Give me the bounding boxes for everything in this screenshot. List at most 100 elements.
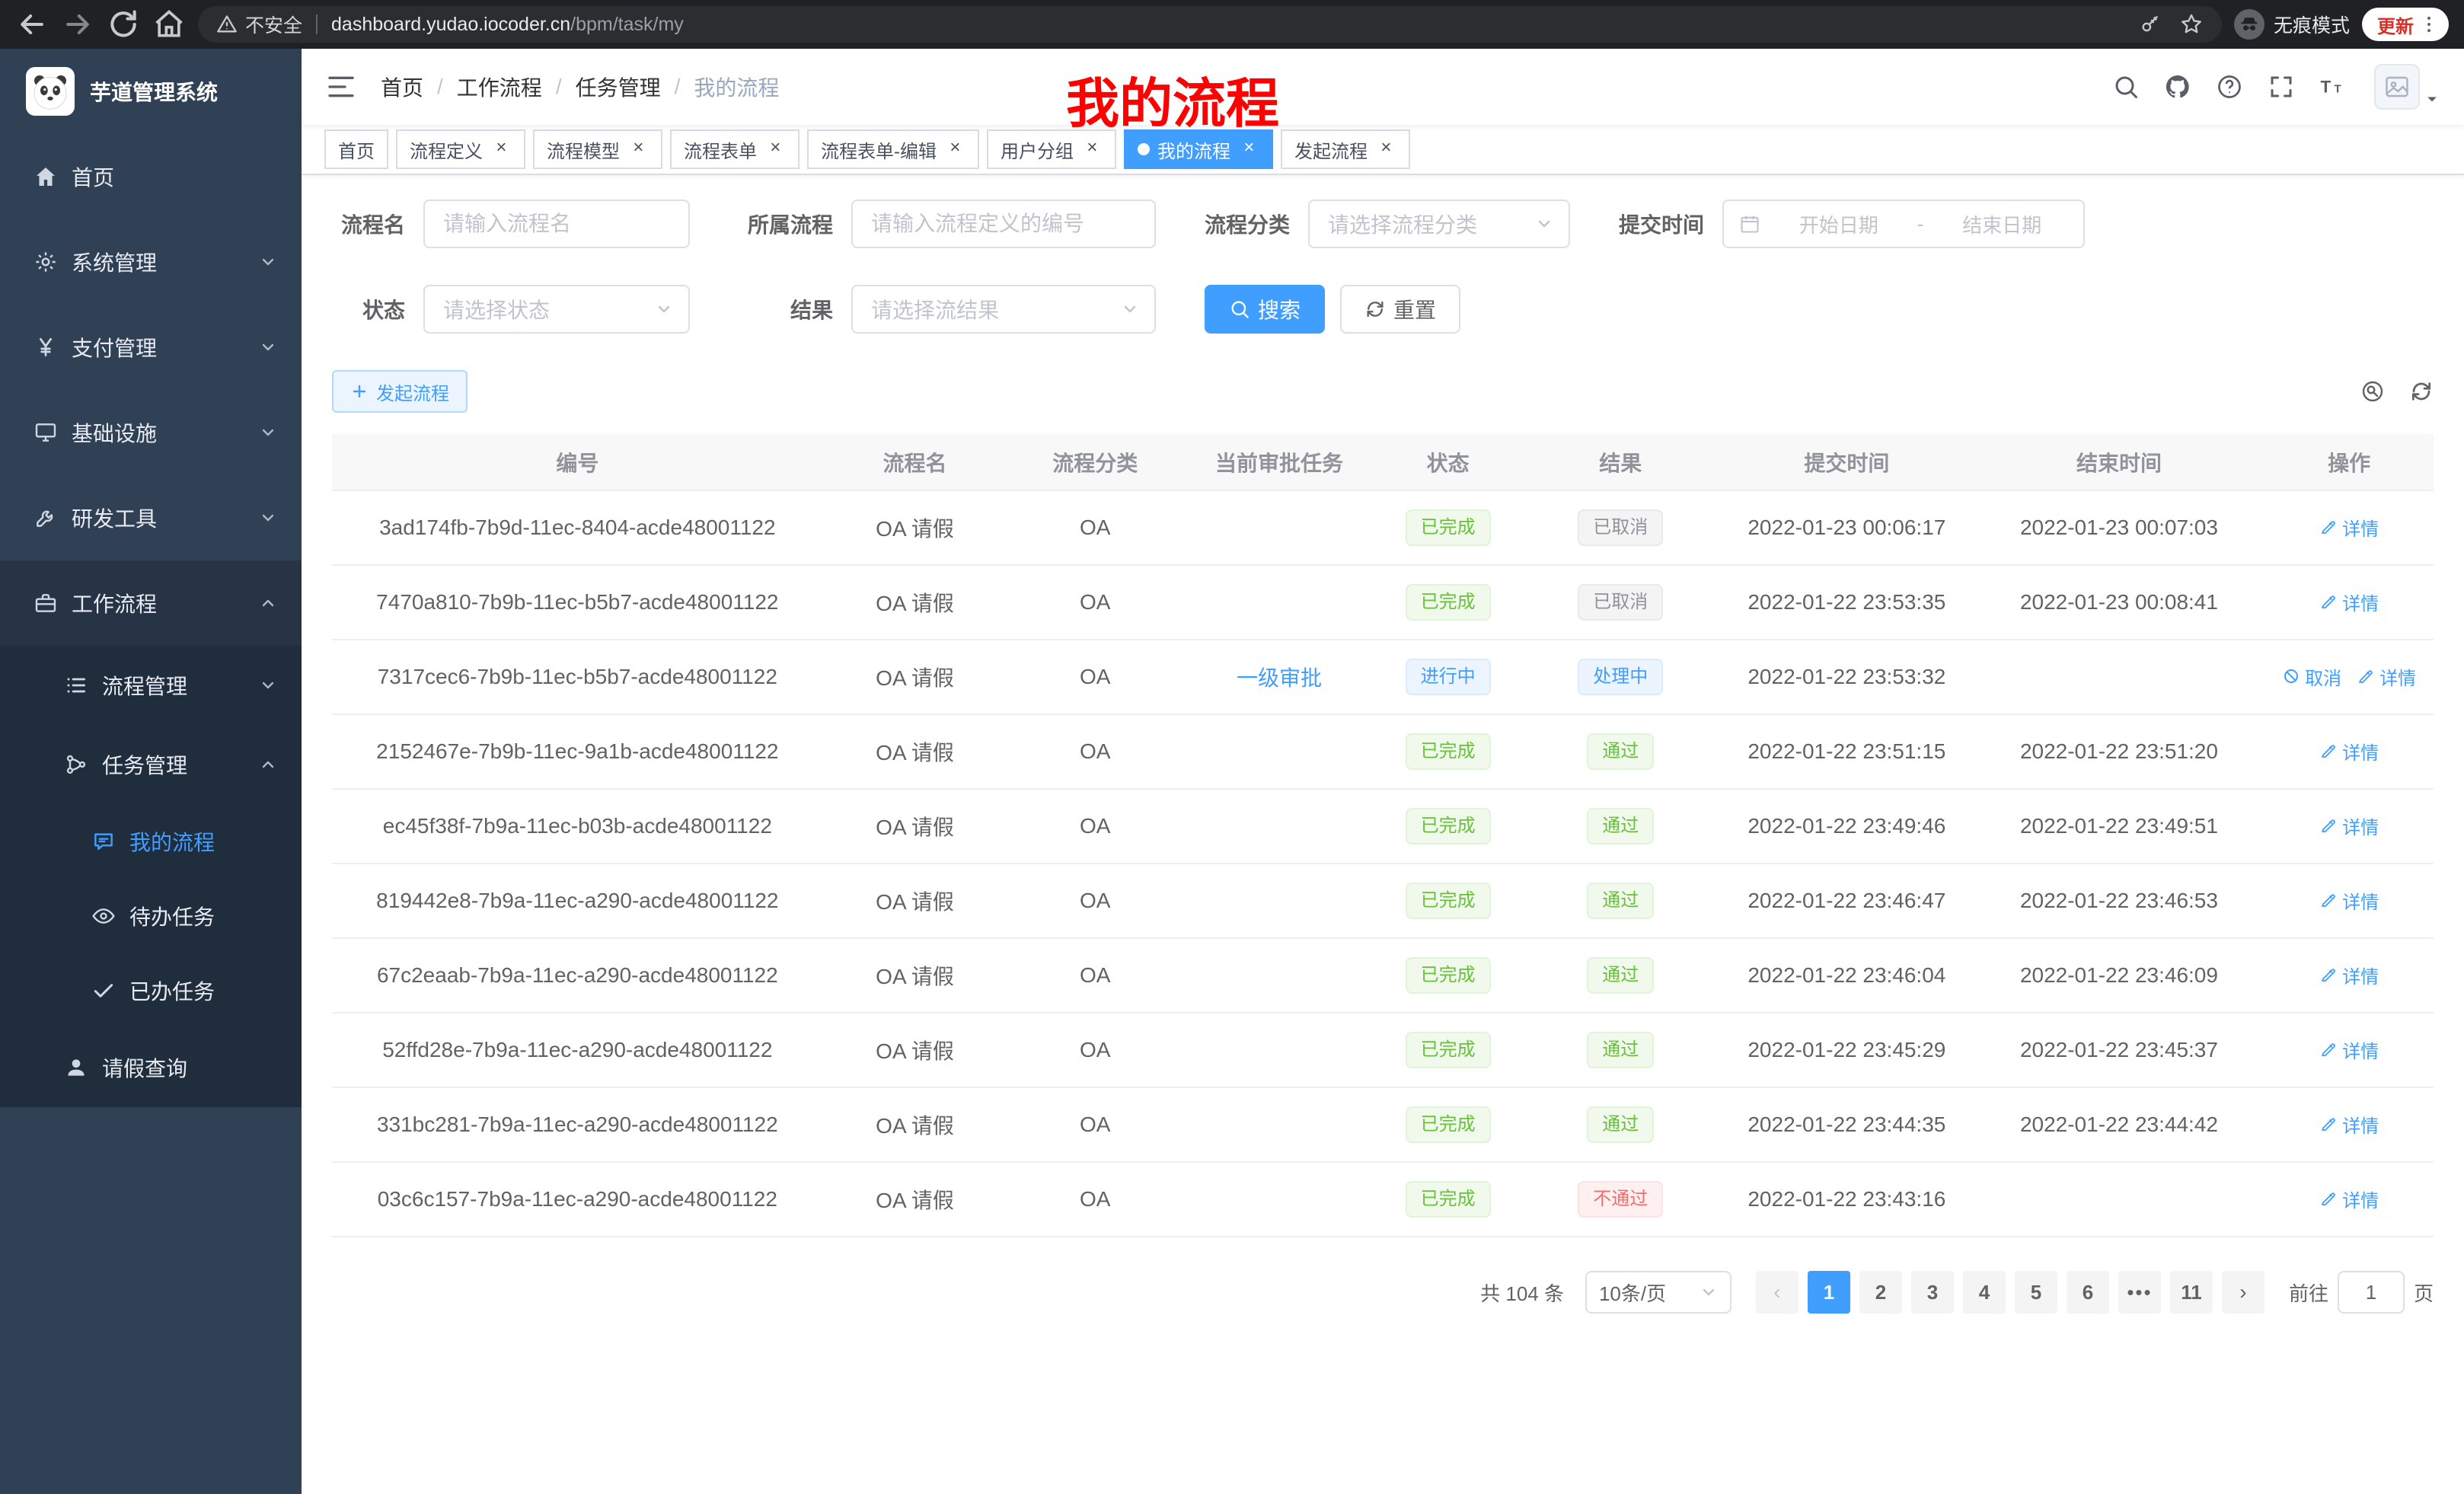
tab-item[interactable]: 流程定义× — [396, 129, 525, 169]
action-detail-link[interactable]: 详情 — [2319, 1186, 2379, 1212]
tab-close-icon[interactable]: × — [1375, 139, 1396, 160]
breadcrumb-separator: / — [675, 75, 681, 99]
browser-home-icon[interactable] — [152, 8, 186, 41]
browser-back-icon[interactable] — [15, 8, 49, 41]
page-size-select[interactable]: 10条/页 — [1585, 1271, 1732, 1314]
tab-close-icon[interactable]: × — [1081, 139, 1103, 160]
font-size-icon[interactable]: TT — [2319, 73, 2347, 101]
action-detail-link[interactable]: 详情 — [2319, 812, 2379, 839]
column-header: 结果 — [1521, 434, 1720, 490]
tab-item[interactable]: 发起流程× — [1281, 129, 1410, 169]
edit-icon — [2319, 966, 2338, 984]
pagination-page-button[interactable]: 4 — [1963, 1271, 2006, 1314]
action-cancel-link[interactable]: 取消 — [2282, 663, 2341, 690]
start-process-button[interactable]: 发起流程 — [332, 370, 468, 413]
process-name-input[interactable] — [423, 200, 690, 248]
tab-close-icon[interactable]: × — [764, 139, 786, 160]
table-refresh-icon[interactable] — [2409, 379, 2434, 404]
cell-current-task — [1183, 1013, 1375, 1087]
browser-update-button[interactable]: 更新 — [2362, 8, 2449, 41]
tab-close-icon[interactable]: × — [944, 139, 965, 160]
sidebar-item[interactable]: 任务管理 — [0, 725, 302, 804]
current-task-link[interactable]: 一级审批 — [1237, 662, 1322, 692]
cell-end-time: 2022-01-22 23:45:37 — [1974, 1013, 2265, 1087]
cell-process-name: OA 请假 — [823, 789, 1007, 864]
not-secure-icon[interactable] — [216, 14, 238, 35]
pagination-page-button[interactable]: 2 — [1859, 1271, 1902, 1314]
sidebar-item[interactable]: 待办任务 — [0, 879, 302, 953]
action-detail-link[interactable]: 详情 — [2357, 663, 2416, 690]
sidebar-item-label: 首页 — [72, 161, 114, 192]
table-search-icon[interactable] — [2360, 379, 2385, 404]
pagination-more-button[interactable]: ••• — [2118, 1271, 2161, 1314]
date-range-picker[interactable]: 开始日期 - 结束日期 — [1722, 200, 2085, 248]
page-content: 流程名 所属流程 流程分类 请选择流程分类 — [302, 175, 2464, 1494]
pagination-page-button[interactable]: 6 — [2067, 1271, 2109, 1314]
action-detail-link[interactable]: 详情 — [2319, 589, 2379, 615]
status-select[interactable]: 请选择状态 — [423, 285, 690, 334]
pagination-page-button[interactable]: 1 — [1808, 1271, 1850, 1314]
sidebar-item[interactable]: 请假查询 — [0, 1028, 302, 1107]
password-manager-icon[interactable] — [2140, 14, 2161, 35]
pagination-page-button[interactable]: 5 — [2015, 1271, 2057, 1314]
sidebar-toggle-icon[interactable] — [326, 72, 356, 102]
help-icon[interactable] — [2216, 73, 2243, 101]
reset-button[interactable]: 重置 — [1340, 285, 1460, 334]
breadcrumb-item[interactable]: 工作流程 — [457, 72, 542, 102]
sidebar-item[interactable]: 已办任务 — [0, 953, 302, 1028]
url-host: dashboard.yudao.iocoder.cn — [331, 14, 570, 35]
app-logo[interactable]: 芋道管理系统 — [0, 49, 302, 134]
caret-down-icon — [2424, 91, 2440, 107]
sidebar-item[interactable]: 系统管理 — [0, 219, 302, 305]
search-button[interactable]: 搜索 — [1205, 285, 1325, 334]
chevron-down-icon — [259, 423, 277, 442]
action-detail-link[interactable]: 详情 — [2319, 738, 2379, 765]
goto-page-input[interactable] — [2338, 1271, 2405, 1314]
github-icon[interactable] — [2164, 73, 2191, 101]
sidebar-item[interactable]: 支付管理 — [0, 305, 302, 390]
svg-text:T: T — [2335, 83, 2341, 96]
browser-forward-icon[interactable] — [61, 8, 94, 41]
sidebar-item[interactable]: 工作流程 — [0, 560, 302, 646]
not-secure-label[interactable]: 不安全 — [245, 11, 302, 38]
action-detail-link[interactable]: 详情 — [2319, 1036, 2379, 1063]
address-divider — [316, 14, 318, 34]
tab-item[interactable]: 首页 — [324, 129, 388, 169]
action-detail-link[interactable]: 详情 — [2319, 514, 2379, 541]
category-select[interactable]: 请选择流程分类 — [1308, 200, 1570, 248]
tab-item[interactable]: 流程表单-编辑× — [807, 129, 979, 169]
sidebar-item[interactable]: 我的流程 — [0, 804, 302, 879]
tab-item[interactable]: 流程表单× — [670, 129, 800, 169]
fullscreen-icon[interactable] — [2268, 73, 2295, 101]
pagination-next-button[interactable]: › — [2222, 1271, 2265, 1314]
breadcrumb-item[interactable]: 首页 — [381, 72, 423, 102]
pagination-prev-button[interactable]: ‹ — [1756, 1271, 1799, 1314]
sidebar-item[interactable]: 首页 — [0, 134, 302, 219]
sidebar-item[interactable]: 研发工具 — [0, 475, 302, 560]
bookmark-star-icon[interactable] — [2179, 12, 2204, 37]
header-search-icon[interactable] — [2112, 73, 2140, 101]
process-definition-input[interactable] — [851, 200, 1156, 248]
action-detail-link[interactable]: 详情 — [2319, 962, 2379, 988]
table-header-row: 编号流程名流程分类当前审批任务状态结果提交时间结束时间操作 — [332, 434, 2434, 490]
url-text[interactable]: dashboard.yudao.iocoder.cn/bpm/task/my — [331, 14, 684, 36]
pagination-page-button[interactable]: 11 — [2170, 1271, 2213, 1314]
address-bar[interactable]: 不安全 dashboard.yudao.iocoder.cn/bpm/task/… — [198, 6, 2222, 43]
avatar[interactable] — [2374, 64, 2420, 110]
browser-reload-icon[interactable] — [107, 8, 140, 41]
sidebar-item[interactable]: 流程管理 — [0, 646, 302, 725]
result-select[interactable]: 请选择流结果 — [851, 285, 1156, 334]
cell-current-task — [1183, 864, 1375, 938]
tab-close-icon[interactable]: × — [627, 139, 649, 160]
tab-close-icon[interactable]: × — [1238, 139, 1259, 160]
user-menu[interactable] — [2374, 64, 2440, 110]
breadcrumb-item[interactable]: 任务管理 — [576, 72, 661, 102]
sidebar-item[interactable]: 基础设施 — [0, 390, 302, 475]
browser-menu-icon[interactable] — [2418, 14, 2440, 35]
sidebar-item-label: 基础设施 — [72, 417, 157, 448]
pagination-page-button[interactable]: 3 — [1911, 1271, 1954, 1314]
tab-item[interactable]: 流程模型× — [533, 129, 662, 169]
tab-close-icon[interactable]: × — [490, 139, 512, 160]
action-detail-link[interactable]: 详情 — [2319, 887, 2379, 914]
action-detail-link[interactable]: 详情 — [2319, 1111, 2379, 1138]
